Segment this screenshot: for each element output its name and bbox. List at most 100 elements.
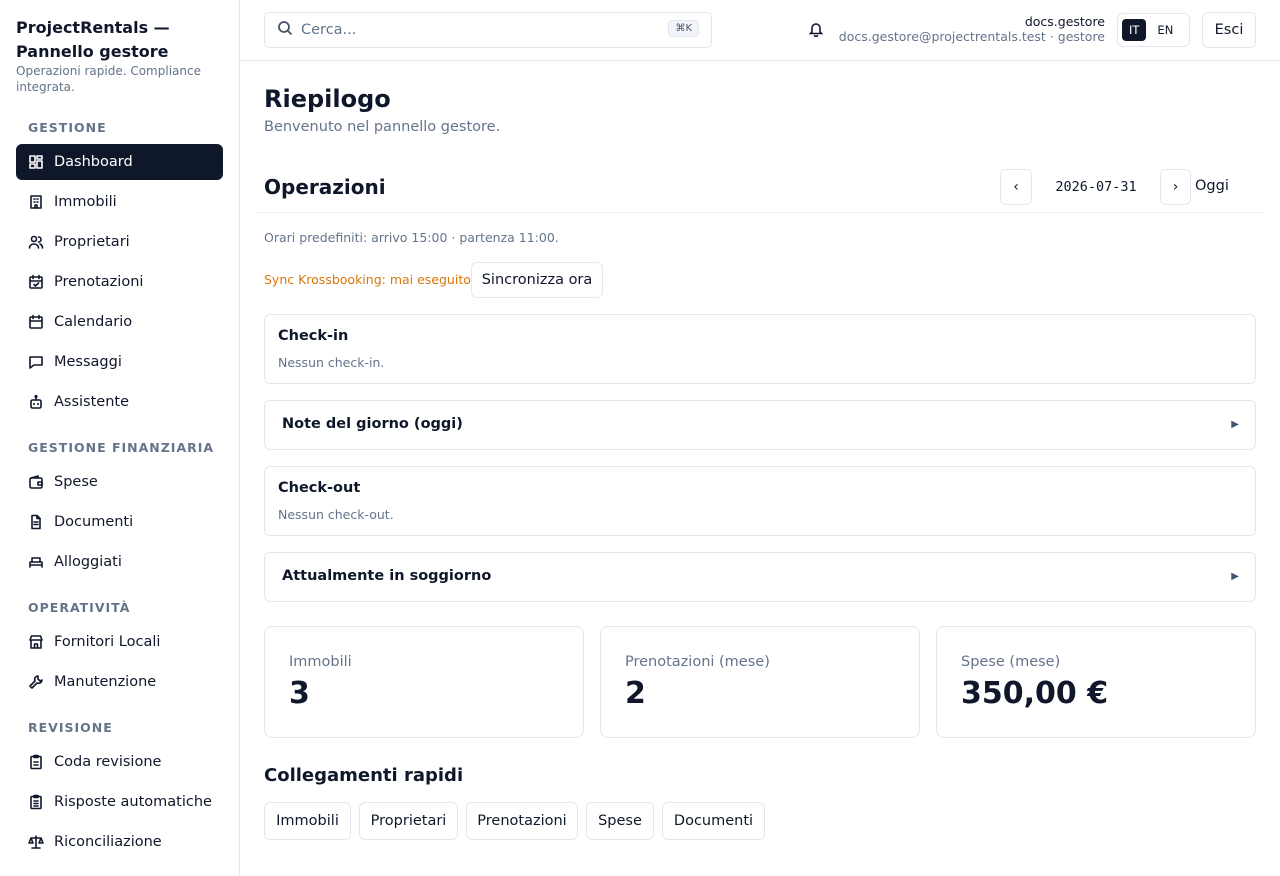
scale-icon: [28, 834, 44, 850]
sidebar-item-label: Documenti: [54, 514, 134, 530]
sidebar-item-risposte-automatiche[interactable]: Risposte automatiche: [16, 784, 223, 820]
brand-subtitle: Operazioni rapide. Compliance integrata.: [16, 64, 201, 94]
checkout-empty-text: Nessun check-out.: [278, 507, 394, 522]
stat-label: Prenotazioni (mese): [625, 654, 770, 670]
sidebar-item-label: Fornitori Locali: [54, 634, 161, 650]
stat-value: 3: [289, 676, 310, 711]
section-label-revisione: REVISIONE: [28, 720, 113, 735]
sidebar-item-immobili[interactable]: Immobili: [16, 184, 223, 220]
stat-value: 2: [625, 676, 646, 711]
daily-notes-title: Note del giorno (oggi): [282, 416, 463, 432]
bed-icon: [28, 554, 44, 570]
stat-value: 350,00 €: [961, 676, 1109, 711]
user-info: docs.gestore docs.gestore@projectrentals…: [839, 14, 1105, 44]
user-name: docs.gestore: [1024, 14, 1105, 29]
sidebar-item-prenotazioni[interactable]: Prenotazioni: [16, 264, 223, 300]
logout-button[interactable]: Esci: [1202, 12, 1256, 48]
sidebar-item-label: Alloggiati: [54, 554, 122, 570]
sidebar-item-label: Spese: [54, 474, 98, 490]
section-label-gestione: GESTIONE: [28, 120, 107, 135]
expand-arrow-icon: ▶: [1231, 419, 1239, 430]
sidebar-item-label: Risposte automatiche: [54, 794, 212, 810]
search-shortcut-badge: ⌘K: [668, 20, 699, 37]
sidebar-item-label: Riconciliazione: [54, 834, 162, 850]
users-icon: [28, 234, 44, 250]
dashboard-icon: [28, 154, 44, 170]
checkin-card: Check-in Nessun check-in.: [264, 314, 1256, 384]
selected-date: 2026-07-31: [1055, 179, 1137, 195]
sidebar-item-label: Coda revisione: [54, 754, 162, 770]
message-icon: [28, 354, 44, 370]
stat-label: Spese (mese): [961, 654, 1061, 670]
sidebar-item-assistente[interactable]: Assistente: [16, 384, 223, 420]
quick-link-immobili[interactable]: Immobili: [264, 802, 351, 840]
building-icon: [28, 194, 44, 210]
sidebar-item-label: Messaggi: [54, 354, 122, 370]
sync-status-text: Sync Krossbooking: mai eseguito: [264, 272, 471, 287]
language-switcher: IT EN: [1117, 13, 1190, 47]
previous-day-button[interactable]: ‹: [1000, 169, 1032, 205]
wrench-icon: [28, 674, 44, 690]
sync-now-button[interactable]: Sincronizza ora: [471, 262, 603, 298]
stat-card-spese: Spese (mese) 350,00 €: [936, 626, 1256, 738]
quick-link-documenti[interactable]: Documenti: [662, 802, 765, 840]
sidebar-item-alloggiati[interactable]: Alloggiati: [16, 544, 223, 580]
calendar-check-icon: [28, 274, 44, 290]
sidebar-item-coda-revisione[interactable]: Coda revisione: [16, 744, 223, 780]
expand-arrow-icon: ▶: [1231, 571, 1239, 582]
user-email-role: docs.gestore@projectrentals.test · gesto…: [838, 29, 1105, 44]
bell-icon: [808, 22, 824, 41]
stat-card-prenotazioni: Prenotazioni (mese) 2: [600, 626, 920, 738]
checkout-card: Check-out Nessun check-out.: [264, 466, 1256, 536]
divider: [256, 212, 1264, 213]
today-button[interactable]: Oggi: [1195, 178, 1229, 194]
sidebar-item-label: Assistente: [54, 394, 130, 410]
document-icon: [28, 514, 44, 530]
search-input[interactable]: [301, 22, 661, 38]
topbar: ⌘K docs.gestore docs.gestore@projectrent…: [240, 0, 1280, 61]
checkin-title: Check-in: [278, 328, 349, 344]
default-times-text: Orari predefiniti: arrivo 15:00 · parten…: [264, 230, 559, 245]
checkin-empty-text: Nessun check-in.: [278, 355, 385, 370]
stat-label: Immobili: [289, 654, 352, 670]
sidebar-item-messaggi[interactable]: Messaggi: [16, 344, 223, 380]
sidebar-item-fornitori-locali[interactable]: Fornitori Locali: [16, 624, 223, 660]
daily-notes-toggle[interactable]: Note del giorno (oggi) ▶: [264, 400, 1256, 450]
calendar-icon: [28, 314, 44, 330]
brand-title: ProjectRentals — Pannello gestore: [16, 18, 170, 61]
section-label-gestione-finanziaria: GESTIONE FINANZIARIA: [28, 440, 215, 455]
currently-staying-title: Attualmente in soggiorno: [282, 568, 492, 584]
operations-title: Operazioni: [264, 175, 386, 199]
lang-en-button[interactable]: EN: [1150, 19, 1180, 41]
quick-link-spese[interactable]: Spese: [586, 802, 654, 840]
sidebar-item-label: Dashboard: [54, 154, 133, 170]
search-box[interactable]: ⌘K: [264, 12, 712, 48]
sidebar-item-manutenzione[interactable]: Manutenzione: [16, 664, 223, 700]
sidebar-item-spese[interactable]: Spese: [16, 464, 223, 500]
sidebar-item-calendario[interactable]: Calendario: [16, 304, 223, 340]
notifications-button[interactable]: [808, 21, 826, 39]
sidebar-item-documenti[interactable]: Documenti: [16, 504, 223, 540]
sidebar-item-proprietari[interactable]: Proprietari: [16, 224, 223, 260]
quick-links-title: Collegamenti rapidi: [264, 765, 464, 786]
next-day-button[interactable]: ›: [1160, 169, 1191, 205]
quick-link-prenotazioni[interactable]: Prenotazioni: [466, 802, 578, 840]
quick-link-proprietari[interactable]: Proprietari: [359, 802, 458, 840]
clipboard-icon: [28, 754, 44, 770]
stat-card-immobili: Immobili 3: [264, 626, 584, 738]
currently-staying-toggle[interactable]: Attualmente in soggiorno ▶: [264, 552, 1256, 602]
clipboard-list-icon: [28, 794, 44, 810]
wallet-icon: [28, 474, 44, 490]
checkout-title: Check-out: [278, 480, 361, 496]
page-subtitle: Benvenuto nel pannello gestore.: [264, 119, 501, 135]
sidebar-item-riconciliazione[interactable]: Riconciliazione: [16, 824, 223, 860]
bot-icon: [28, 394, 44, 410]
sidebar: ProjectRentals — Pannello gestore Operaz…: [0, 0, 240, 876]
sidebar-item-dashboard[interactable]: Dashboard: [16, 144, 223, 180]
sidebar-item-label: Prenotazioni: [54, 274, 144, 290]
sidebar-item-label: Calendario: [54, 314, 133, 330]
lang-it-button[interactable]: IT: [1122, 19, 1147, 41]
sidebar-item-label: Manutenzione: [54, 674, 157, 690]
sidebar-item-label: Immobili: [54, 194, 117, 210]
page-title: Riepilogo: [264, 85, 391, 113]
